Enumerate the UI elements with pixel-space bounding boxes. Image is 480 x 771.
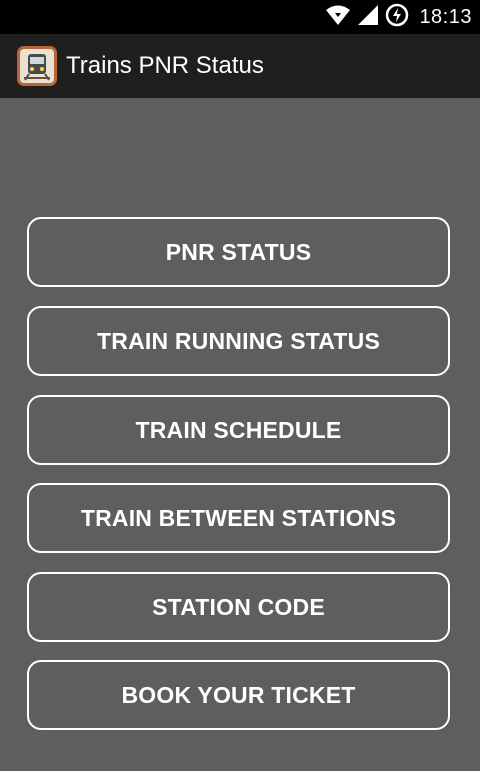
train-running-status-button[interactable]: TRAIN RUNNING STATUS [27, 306, 450, 376]
book-your-ticket-button[interactable]: BOOK YOUR TICKET [27, 660, 450, 730]
train-app-icon[interactable] [16, 45, 58, 87]
action-bar: Trains PNR Status [0, 34, 480, 98]
wifi-icon [325, 4, 351, 31]
sync-icon [385, 3, 409, 32]
status-icons: 18:13 [325, 0, 472, 34]
status-time: 18:13 [419, 5, 472, 28]
train-schedule-button[interactable]: TRAIN SCHEDULE [27, 395, 450, 465]
app-title: Trains PNR Status [66, 52, 264, 79]
train-between-stations-button[interactable]: TRAIN BETWEEN STATIONS [27, 483, 450, 553]
station-code-button[interactable]: STATION CODE [27, 572, 450, 642]
pnr-status-button[interactable]: PNR STATUS [27, 217, 450, 287]
signal-icon [357, 4, 379, 31]
status-bar: 18:13 [0, 0, 480, 34]
main-menu: PNR STATUS TRAIN RUNNING STATUS TRAIN SC… [0, 98, 480, 771]
